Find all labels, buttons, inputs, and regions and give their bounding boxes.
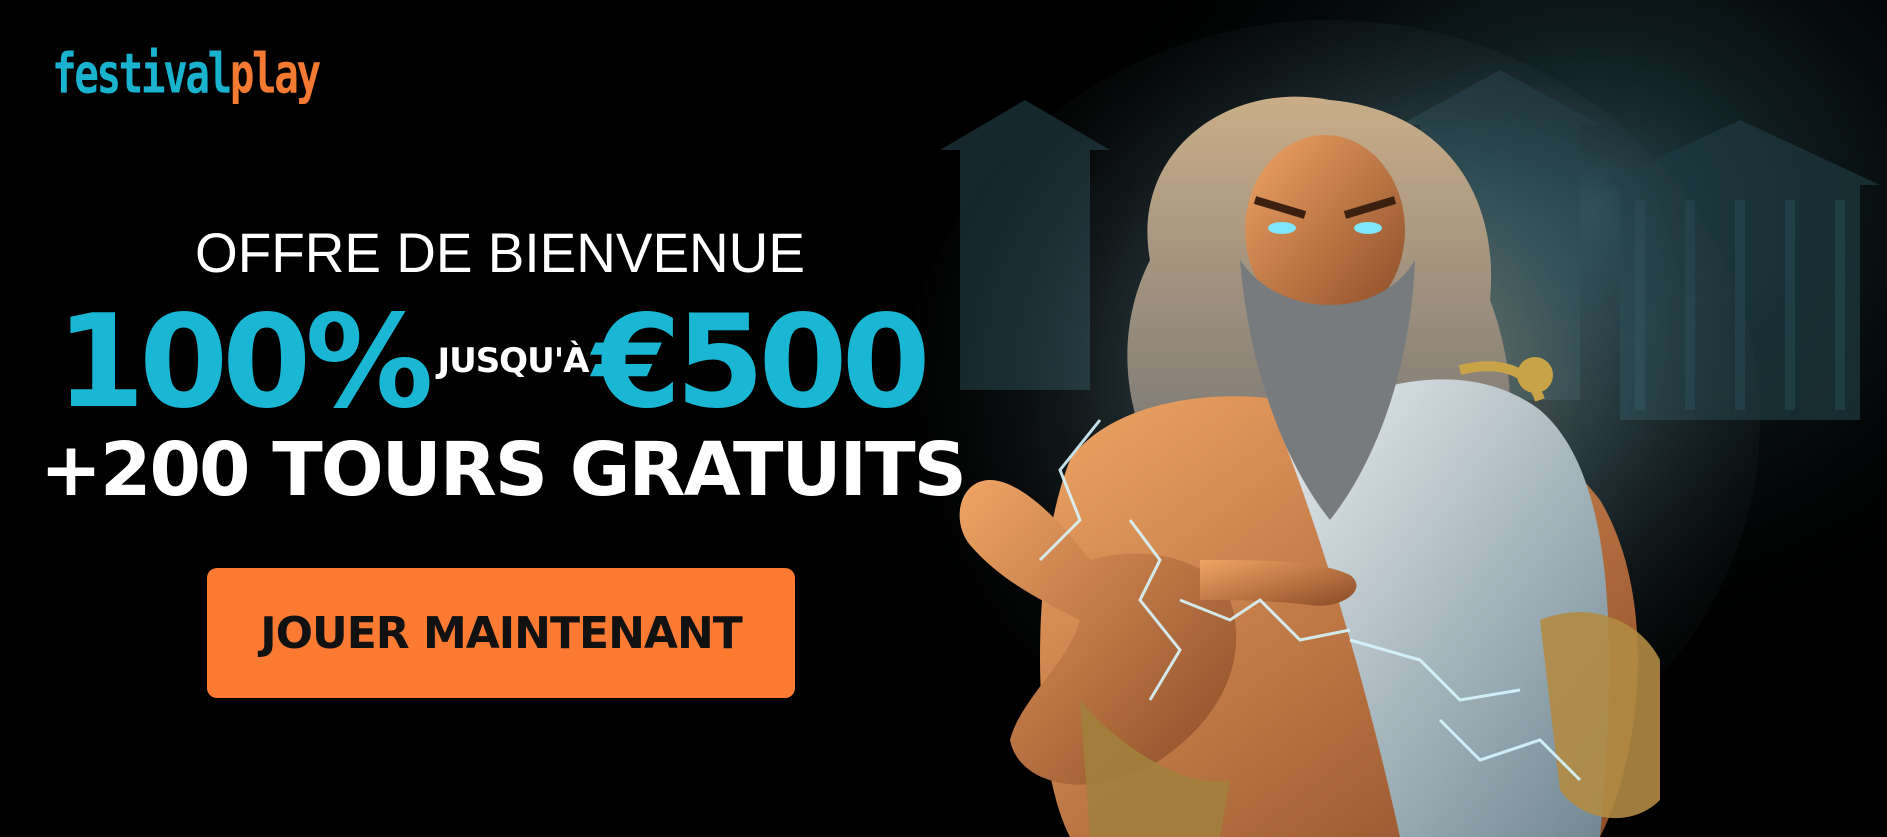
offer-percent: 100% [56,288,433,437]
logo-text-festival: festival [52,42,232,106]
offer-amount: €500 [592,288,930,437]
offer-free-spins: +200 TOURS GRATUITS [40,427,967,513]
offer-connector: JUSQU'À [437,341,589,381]
offer-subtitle: OFFRE DE BIENVENUE [195,221,805,284]
play-now-button[interactable]: JOUER MAINTENANT [207,568,795,698]
zeus-lightning-illustration-icon [900,0,1887,837]
brand-logo[interactable]: festival play [52,30,321,118]
logo-text-play: play [229,42,321,106]
hero-illustration [900,0,1887,837]
offer-headline: 100% JUSQU'À €500 [56,288,931,437]
play-now-button-label: JOUER MAINTENANT [260,607,743,659]
